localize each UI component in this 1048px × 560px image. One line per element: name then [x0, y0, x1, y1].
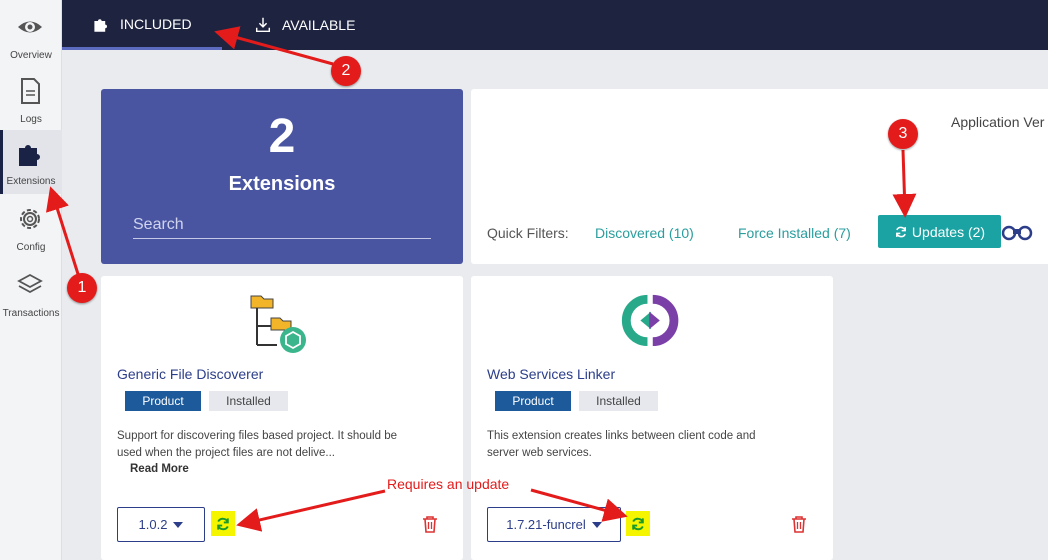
description-line: This extension creates links between cli…	[487, 430, 756, 442]
sidebar-item-transactions[interactable]: Transactions	[0, 262, 62, 326]
sidebar-item-label: Transactions	[2, 308, 60, 319]
annotation-marker-1: 1	[67, 273, 97, 303]
extension-title[interactable]: Web Services Linker	[487, 366, 615, 382]
sidebar-item-logs[interactable]: Logs	[0, 68, 62, 132]
filter-force-installed[interactable]: Force Installed (7)	[738, 225, 851, 241]
quick-filters-label: Quick Filters:	[487, 225, 569, 241]
layers-icon	[17, 273, 43, 294]
refresh-icon	[895, 226, 906, 237]
sidebar-item-label: Logs	[20, 114, 42, 125]
tab-available[interactable]: AVAILABLE	[224, 0, 385, 50]
update-refresh-button[interactable]	[626, 511, 650, 536]
extension-description: Support for discovering files based proj…	[117, 428, 447, 462]
tab-included[interactable]: INCLUDED	[62, 0, 222, 50]
annotation-note: Requires an update	[387, 476, 510, 492]
sidebar-item-overview[interactable]: Overview	[0, 4, 62, 68]
binoculars-icon[interactable]	[1001, 220, 1033, 242]
version-value: 1.0.2	[138, 517, 168, 532]
caret-down-icon	[591, 521, 602, 528]
filter-discovered[interactable]: Discovered (10)	[595, 225, 694, 241]
filter-updates-button[interactable]: Updates (2)	[878, 215, 1001, 248]
sidebar: Overview Logs Extensions Config Transact…	[0, 0, 62, 560]
eye-icon	[18, 21, 42, 33]
extension-card: Web Services Linker Product Installed Th…	[471, 276, 833, 560]
installed-badge: Installed	[209, 391, 288, 411]
web-services-linker-logo	[621, 294, 679, 347]
sidebar-item-config[interactable]: Config	[0, 196, 62, 260]
trash-icon[interactable]	[422, 515, 438, 533]
sidebar-item-extensions[interactable]: Extensions	[0, 130, 62, 194]
document-icon	[21, 78, 40, 104]
filter-panel: Application Ver Quick Filters: Discovere…	[471, 89, 1048, 264]
description-line: Support for discovering files based proj…	[117, 430, 397, 442]
application-version-label: Application Ver	[951, 114, 1045, 130]
tab-label: INCLUDED	[120, 15, 192, 32]
update-refresh-button[interactable]	[211, 511, 235, 536]
product-badge: Product	[495, 391, 571, 411]
read-more-link[interactable]: Read More	[130, 463, 189, 475]
description-line: used when the project files are not deli…	[117, 447, 335, 459]
sidebar-item-label: Overview	[10, 50, 52, 61]
gear-icon	[20, 209, 40, 229]
description-line: server web services.	[487, 447, 592, 459]
caret-down-icon	[173, 521, 184, 528]
download-icon	[255, 17, 271, 33]
extensions-count-card: 2 Extensions	[101, 89, 463, 264]
top-nav: INCLUDED AVAILABLE	[62, 0, 1048, 50]
sidebar-item-label: Config	[16, 242, 46, 253]
sidebar-item-label: Extensions	[6, 176, 56, 187]
extension-title[interactable]: Generic File Discoverer	[117, 366, 263, 382]
version-select[interactable]: 1.7.21-funcrel	[487, 507, 621, 542]
extension-card: Generic File Discoverer Product Installe…	[101, 276, 463, 560]
updates-label: Updates (2)	[911, 223, 986, 240]
installed-badge: Installed	[579, 391, 658, 411]
puzzle-icon	[94, 18, 107, 32]
file-discoverer-logo	[250, 295, 306, 353]
trash-icon[interactable]	[791, 515, 807, 533]
refresh-icon	[217, 517, 229, 530]
annotation-marker-3: 3	[888, 119, 918, 149]
extension-description: This extension creates links between cli…	[487, 428, 817, 462]
extensions-count-label: Extensions	[228, 173, 336, 195]
puzzle-icon	[19, 145, 40, 166]
version-select[interactable]: 1.0.2	[117, 507, 205, 542]
refresh-icon	[632, 517, 644, 530]
tab-label: AVAILABLE	[282, 17, 356, 33]
product-badge: Product	[125, 391, 201, 411]
version-value: 1.7.21-funcrel	[506, 517, 586, 532]
extensions-count: 2	[268, 110, 296, 163]
search-input[interactable]	[133, 211, 431, 239]
annotation-marker-2: 2	[331, 56, 361, 86]
